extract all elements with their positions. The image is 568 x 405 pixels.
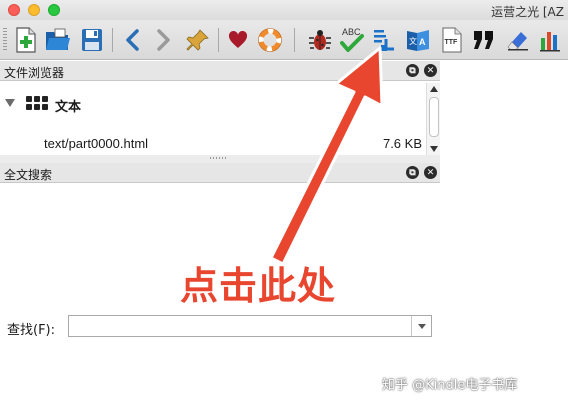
- window-title: 运营之光 [AZ: [491, 5, 564, 19]
- file-item-size: 7.6 KB: [382, 136, 422, 151]
- title-bar: 运营之光 [AZ: [0, 0, 568, 20]
- save-button[interactable]: [78, 25, 106, 55]
- close-panel-icon[interactable]: ✕: [424, 166, 437, 179]
- float-panel-icon[interactable]: ⧉: [406, 64, 419, 77]
- file-item-name[interactable]: text/part0000.html: [44, 136, 148, 151]
- file-browser-header: 文件浏览器 ⧉ ✕: [0, 61, 440, 81]
- add-file-icon: [16, 27, 36, 53]
- checkpoint-button[interactable]: [184, 25, 212, 55]
- spellcheck-icon: ABC: [340, 27, 364, 52]
- tree-group-text[interactable]: 文本: [0, 91, 426, 115]
- heart-icon: [228, 31, 248, 48]
- fulltext-search-header: 全文搜索 ⧉ ✕: [0, 163, 440, 183]
- find-dropdown-icon[interactable]: [411, 316, 432, 336]
- svg-text:文: 文: [409, 36, 417, 46]
- translate-icon: A 文: [407, 30, 429, 51]
- bug-icon: [309, 30, 331, 50]
- open-button[interactable]: [44, 25, 72, 55]
- forward-button[interactable]: [150, 25, 178, 55]
- close-window-button[interactable]: [8, 4, 20, 16]
- quote-icon: [474, 31, 493, 49]
- pin-icon: [186, 29, 209, 51]
- validate-button[interactable]: [306, 25, 334, 55]
- reports-button[interactable]: [536, 25, 564, 55]
- tree-group-label: 文本: [55, 100, 82, 115]
- toc-icon: [374, 30, 394, 51]
- close-panel-icon[interactable]: ✕: [424, 64, 437, 77]
- back-icon: [126, 29, 139, 51]
- toolbar-separator: [294, 28, 295, 52]
- save-icon: [82, 29, 102, 51]
- annotation-text: 点击此处: [180, 264, 337, 308]
- embed-fonts-button[interactable]: TTF: [438, 25, 466, 55]
- toolbar-separator: [112, 28, 113, 52]
- smarten-punctuation-button[interactable]: [470, 25, 498, 55]
- find-label: 查找(F):: [7, 323, 56, 338]
- expand-triangle-icon[interactable]: [5, 99, 15, 107]
- help-button[interactable]: [256, 25, 284, 55]
- float-panel-icon[interactable]: ⧉: [406, 166, 419, 179]
- spellcheck-text: ABC: [342, 27, 361, 37]
- reports-icon: [540, 32, 560, 52]
- toolbar: ABC A 文 TTF: [0, 20, 568, 60]
- eraser-icon: [507, 32, 528, 51]
- back-button[interactable]: [118, 25, 146, 55]
- toolbar-separator: [218, 28, 219, 52]
- watermark: 知乎 @Kindle电子书库: [382, 378, 518, 393]
- minimize-window-button[interactable]: [28, 4, 40, 16]
- scrollbar-thumb[interactable]: [429, 97, 439, 137]
- open-folder-icon: [46, 28, 70, 50]
- fulltext-search-title: 全文搜索: [4, 168, 53, 182]
- text-group-icon: [26, 96, 48, 110]
- spellcheck-button[interactable]: ABC: [338, 25, 366, 55]
- file-tree: 文本 text/part0000.html 7.6 KB: [0, 83, 426, 155]
- scroll-up-icon[interactable]: [430, 86, 438, 92]
- file-tree-scrollbar[interactable]: [426, 83, 440, 155]
- lifebuoy-icon: [258, 28, 282, 52]
- add-file-button[interactable]: [12, 25, 40, 55]
- find-input[interactable]: [68, 315, 432, 337]
- donate-button[interactable]: [224, 25, 252, 55]
- toc-button[interactable]: [370, 25, 398, 55]
- file-browser-title: 文件浏览器: [4, 66, 65, 80]
- scroll-down-icon[interactable]: [430, 146, 438, 152]
- zoom-window-button[interactable]: [48, 4, 60, 16]
- translate-button[interactable]: A 文: [404, 25, 432, 55]
- forward-icon: [157, 29, 170, 51]
- editor-area: [440, 61, 568, 405]
- remove-unused-css-button[interactable]: [504, 25, 532, 55]
- ttf-font-icon: TTF: [442, 27, 462, 53]
- toolbar-grip[interactable]: [3, 28, 7, 52]
- ttf-text: TTF: [445, 39, 459, 46]
- svg-text:A: A: [419, 37, 426, 47]
- panel-splitter[interactable]: [0, 155, 440, 163]
